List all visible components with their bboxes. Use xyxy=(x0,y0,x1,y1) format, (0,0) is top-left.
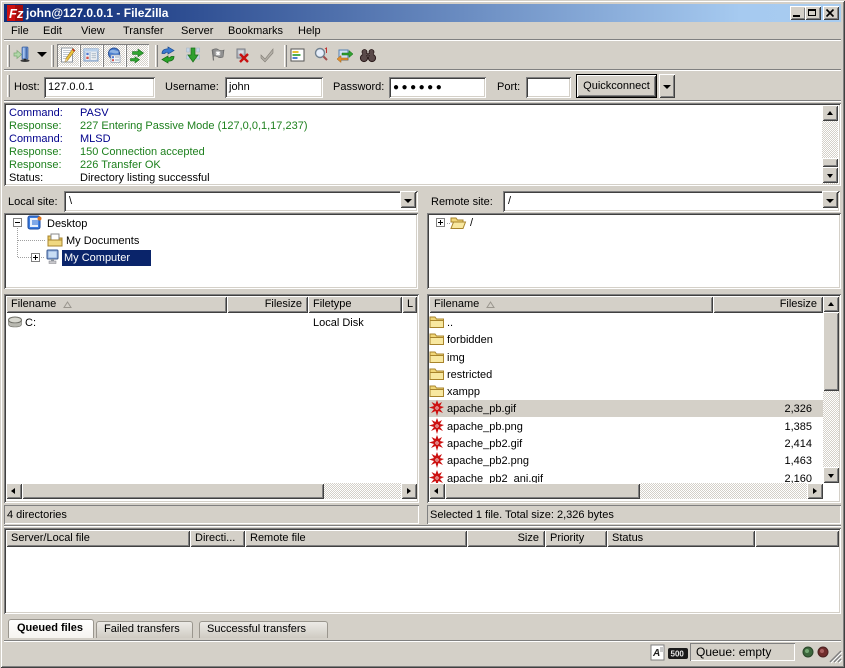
svg-text:500: 500 xyxy=(671,650,685,659)
svg-text:A: A xyxy=(652,648,660,659)
svg-text:Fz: Fz xyxy=(9,6,24,21)
